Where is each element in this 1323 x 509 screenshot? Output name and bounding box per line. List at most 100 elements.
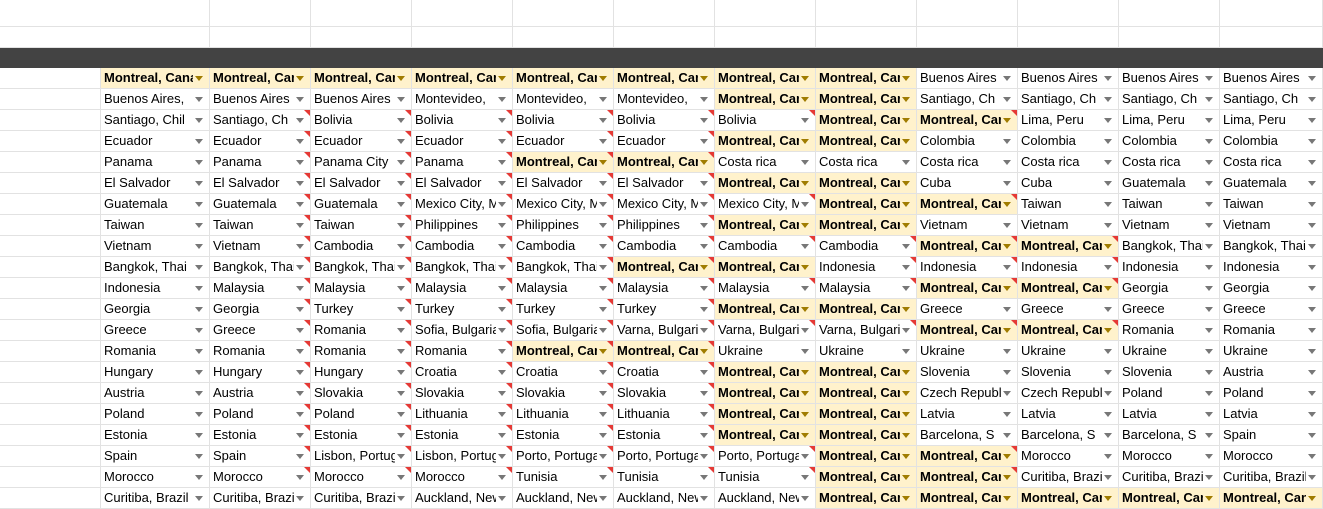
destination-dropdown[interactable]: Georgia — [1119, 278, 1220, 299]
dropdown-arrow-icon[interactable] — [700, 181, 708, 186]
destination-dropdown[interactable]: Greece — [101, 320, 210, 341]
destination-dropdown[interactable]: Montreal, Canada — [816, 194, 917, 215]
destination-dropdown[interactable]: Santiago, Ch — [210, 110, 311, 131]
dropdown-arrow-icon[interactable] — [1003, 223, 1011, 228]
destination-dropdown[interactable]: Guatemala — [1220, 173, 1323, 194]
destination-dropdown[interactable]: Mexico City, M — [614, 194, 715, 215]
dropdown-arrow-icon[interactable] — [700, 160, 708, 165]
destination-dropdown[interactable]: Montreal, Canada — [917, 467, 1018, 488]
dropdown-arrow-icon[interactable] — [195, 76, 203, 81]
dropdown-arrow-icon[interactable] — [599, 265, 607, 270]
dropdown-arrow-icon[interactable] — [1003, 202, 1011, 207]
destination-dropdown[interactable]: Estonia — [311, 425, 412, 446]
destination-dropdown[interactable]: Costa rica — [1119, 152, 1220, 173]
dropdown-arrow-icon[interactable] — [296, 412, 304, 417]
destination-dropdown[interactable]: Latvia — [1220, 404, 1323, 425]
dropdown-arrow-icon[interactable] — [1003, 118, 1011, 123]
empty-cell[interactable] — [210, 27, 311, 48]
destination-dropdown[interactable]: Montevideo, — [412, 89, 513, 110]
destination-dropdown[interactable]: Georgia — [101, 299, 210, 320]
destination-dropdown[interactable]: Vietnam — [1119, 215, 1220, 236]
destination-dropdown[interactable]: Romania — [1220, 320, 1323, 341]
dropdown-arrow-icon[interactable] — [902, 349, 910, 354]
dropdown-arrow-icon[interactable] — [1205, 139, 1213, 144]
destination-dropdown[interactable]: Ukraine — [917, 341, 1018, 362]
dropdown-arrow-icon[interactable] — [296, 265, 304, 270]
dropdown-arrow-icon[interactable] — [902, 223, 910, 228]
dropdown-arrow-icon[interactable] — [1104, 286, 1112, 291]
destination-dropdown[interactable]: Montreal, Canada — [816, 215, 917, 236]
dropdown-arrow-icon[interactable] — [1308, 433, 1316, 438]
destination-dropdown[interactable]: Slovakia — [412, 383, 513, 404]
destination-dropdown[interactable]: Morocco — [210, 467, 311, 488]
dropdown-arrow-icon[interactable] — [397, 433, 405, 438]
destination-dropdown[interactable]: Croatia — [412, 362, 513, 383]
destination-dropdown[interactable]: Philippines — [614, 215, 715, 236]
dropdown-arrow-icon[interactable] — [498, 370, 506, 375]
destination-dropdown[interactable]: Montreal, Canada — [917, 194, 1018, 215]
dropdown-arrow-icon[interactable] — [397, 412, 405, 417]
destination-dropdown[interactable]: Ecuador — [614, 131, 715, 152]
destination-dropdown[interactable]: Porto, Portugal — [513, 446, 614, 467]
destination-dropdown[interactable]: Bangkok, Thai — [412, 257, 513, 278]
dropdown-arrow-icon[interactable] — [296, 118, 304, 123]
empty-cell[interactable] — [101, 0, 210, 27]
destination-dropdown[interactable]: Mexico City, M — [412, 194, 513, 215]
dropdown-arrow-icon[interactable] — [1205, 160, 1213, 165]
dropdown-arrow-icon[interactable] — [195, 202, 203, 207]
dropdown-arrow-icon[interactable] — [1308, 286, 1316, 291]
dropdown-arrow-icon[interactable] — [397, 97, 405, 102]
dropdown-arrow-icon[interactable] — [397, 370, 405, 375]
dropdown-arrow-icon[interactable] — [397, 265, 405, 270]
dropdown-arrow-icon[interactable] — [397, 391, 405, 396]
destination-dropdown[interactable]: Costa rica — [715, 152, 816, 173]
destination-dropdown[interactable]: Taiwan — [101, 215, 210, 236]
destination-dropdown[interactable]: Morocco — [1018, 446, 1119, 467]
dropdown-arrow-icon[interactable] — [1104, 496, 1112, 501]
empty-cell[interactable] — [210, 0, 311, 27]
destination-dropdown[interactable]: Romania — [1119, 320, 1220, 341]
dropdown-arrow-icon[interactable] — [195, 97, 203, 102]
destination-dropdown[interactable]: Lisbon, Portugal — [311, 446, 412, 467]
destination-dropdown[interactable]: Montreal, Canada — [816, 173, 917, 194]
dropdown-arrow-icon[interactable] — [1104, 76, 1112, 81]
dropdown-arrow-icon[interactable] — [1308, 496, 1316, 501]
dropdown-arrow-icon[interactable] — [902, 412, 910, 417]
dropdown-arrow-icon[interactable] — [195, 181, 203, 186]
dropdown-arrow-icon[interactable] — [1205, 76, 1213, 81]
dropdown-arrow-icon[interactable] — [599, 139, 607, 144]
dropdown-arrow-icon[interactable] — [498, 475, 506, 480]
dropdown-arrow-icon[interactable] — [1003, 307, 1011, 312]
dropdown-arrow-icon[interactable] — [296, 349, 304, 354]
destination-dropdown[interactable]: Buenos Aires — [210, 89, 311, 110]
destination-dropdown[interactable]: Montreal, Canada — [816, 68, 917, 89]
empty-cell[interactable] — [917, 27, 1018, 48]
destination-dropdown[interactable]: Poland — [210, 404, 311, 425]
destination-dropdown[interactable]: Ecuador — [210, 131, 311, 152]
destination-dropdown[interactable]: Austria — [210, 383, 311, 404]
destination-dropdown[interactable]: Georgia — [210, 299, 311, 320]
destination-dropdown[interactable]: El Salvador — [311, 173, 412, 194]
dropdown-arrow-icon[interactable] — [1104, 139, 1112, 144]
dropdown-arrow-icon[interactable] — [296, 223, 304, 228]
dropdown-arrow-icon[interactable] — [397, 328, 405, 333]
empty-cell[interactable] — [1220, 0, 1323, 27]
destination-dropdown[interactable]: Costa rica — [1018, 152, 1119, 173]
destination-dropdown[interactable]: Panama City — [311, 152, 412, 173]
dropdown-arrow-icon[interactable] — [1003, 370, 1011, 375]
dropdown-arrow-icon[interactable] — [1003, 475, 1011, 480]
dropdown-arrow-icon[interactable] — [1205, 433, 1213, 438]
dropdown-arrow-icon[interactable] — [599, 433, 607, 438]
destination-dropdown[interactable]: Austria — [101, 383, 210, 404]
dropdown-arrow-icon[interactable] — [599, 454, 607, 459]
destination-dropdown[interactable]: Montreal, Canada — [715, 131, 816, 152]
destination-dropdown[interactable]: Hungary — [101, 362, 210, 383]
dropdown-arrow-icon[interactable] — [1104, 202, 1112, 207]
destination-dropdown[interactable]: Montreal, Canada — [101, 68, 210, 89]
destination-dropdown[interactable]: Tunisia — [715, 467, 816, 488]
dropdown-arrow-icon[interactable] — [1003, 433, 1011, 438]
destination-dropdown[interactable]: Slovenia — [917, 362, 1018, 383]
dropdown-arrow-icon[interactable] — [1104, 454, 1112, 459]
dropdown-arrow-icon[interactable] — [296, 370, 304, 375]
dropdown-arrow-icon[interactable] — [1003, 97, 1011, 102]
